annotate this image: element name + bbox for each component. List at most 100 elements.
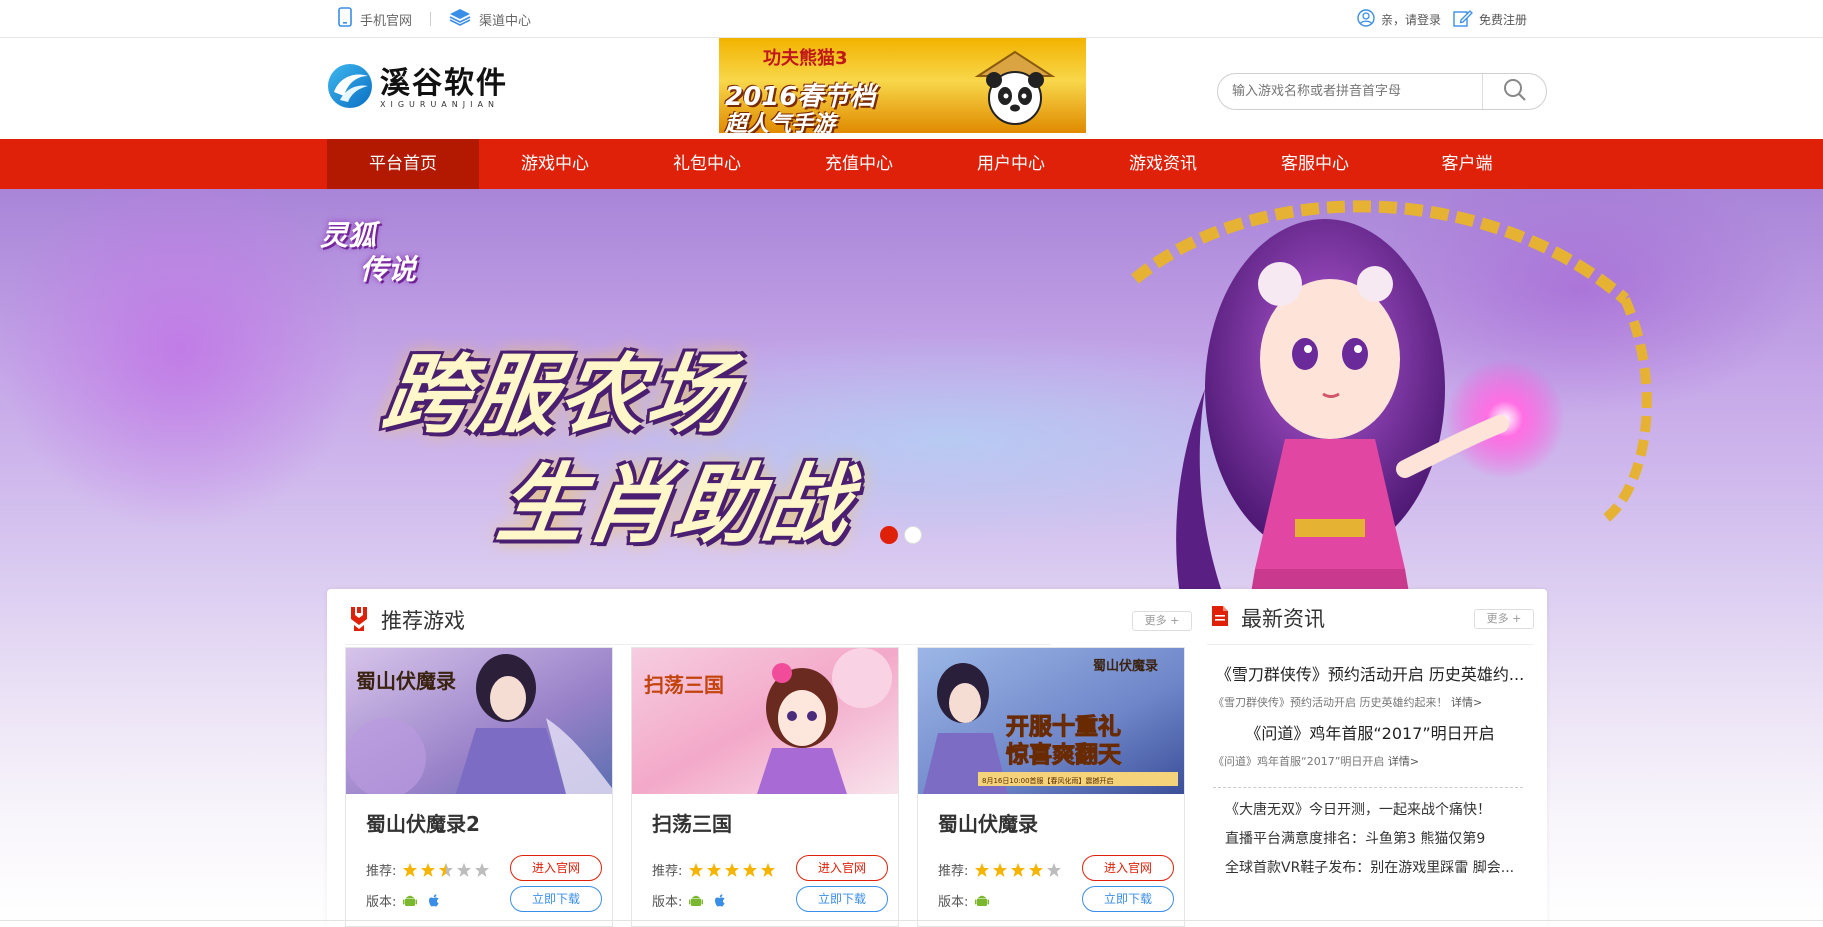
visit-site-button[interactable]: 进入官网 [1082,855,1174,881]
news-headline[interactable]: 《问道》鸡年首服“2017”明日开启 [1207,720,1533,744]
header: 溪谷软件 XIGURUANJIAN 功夫熊猫3 2016春节档 超人气手游 [0,38,1823,139]
logo-subtitle: XIGURUANJIAN [380,99,499,109]
star-rating [974,862,1062,878]
version-row: 版本: [652,891,728,910]
download-button[interactable]: 立即下载 [1082,886,1174,912]
user-icon [1357,8,1375,30]
nav-home[interactable]: 平台首页 [327,139,479,189]
version-label: 版本: [938,895,969,910]
star-rating [688,862,776,878]
download-button[interactable]: 立即下载 [796,886,888,912]
nav-customer-service[interactable]: 客服中心 [1239,139,1391,189]
visit-site-button[interactable]: 进入官网 [796,855,888,881]
star-icon [689,862,704,877]
channel-center-link[interactable]: 渠道中心 [449,8,531,30]
game-card: 蜀山伏魔录 蜀山伏魔录2 推荐: 进入官网 版本: 立即下载 [345,647,613,927]
star-icon [975,862,990,877]
recommend-label: 推荐: [366,864,397,879]
news-more-button[interactable]: 更多 + [1474,609,1534,629]
game-thumbnail[interactable]: 蜀山伏魔录 [346,648,612,798]
mobile-phone-icon [338,7,352,31]
search-icon [1503,78,1527,106]
top-bar-left: 手机官网 渠道中心 [338,0,531,38]
search-box [1217,73,1547,110]
news-list-item[interactable]: 全球首款VR鞋子发布：别在游戏里踩雷 脚会... [1225,857,1525,877]
svg-text:扫荡三国: 扫荡三国 [644,673,724,697]
news-header: 最新资讯 [1211,603,1325,633]
news-detail-link[interactable]: 详情> [1388,755,1419,768]
recommend-more-button[interactable]: 更多 + [1132,611,1192,631]
carousel-dot-1[interactable] [880,526,898,544]
game-name[interactable]: 蜀山伏魔录 [938,808,1038,837]
android-icon [403,895,418,906]
android-icon [975,895,990,906]
channel-center-label: 渠道中心 [479,13,532,29]
star-icon [761,862,776,877]
android-icon [689,895,704,906]
recommend-label: 推荐: [652,864,683,879]
game-card: 扫荡三国 扫荡三国 推荐: 进入官网 版本: 立即下载 [631,647,899,927]
nav-client[interactable]: 客户端 [1391,139,1543,189]
version-label: 版本: [652,895,683,910]
game-thumbnail[interactable]: 蜀山伏魔录 开服十重礼 惊喜爽翻天 8月16日10:00首服【春风化雨】震撼开启 [918,648,1184,794]
news-section: 最新资讯 更多 + 《雪刀群侠传》预约活动开启 历史英雄约... 《雪刀群侠传》… [1207,589,1537,927]
game-card: 蜀山伏魔录 开服十重礼 惊喜爽翻天 8月16日10:00首服【春风化雨】震撼开启… [917,647,1185,927]
divider [345,644,1051,645]
version-row: 版本: [366,891,442,910]
rating-row: 推荐: [938,860,1062,879]
apple-icon [715,893,726,906]
news-summary: 《雪刀群侠传》预约活动开启 历史英雄约起来！ 详情> [1213,696,1483,709]
svg-text:8月16日10:00首服【春风化雨】震撼开启: 8月16日10:00首服【春风化雨】震撼开启 [982,776,1114,785]
top-bar: 手机官网 渠道中心 亲，请登录 免费注册 [0,0,1823,38]
visit-site-button[interactable]: 进入官网 [510,855,602,881]
game-name[interactable]: 蜀山伏魔录2 [366,808,480,837]
banner-game-logo: 灵狐 传说 [320,219,417,286]
news-detail-link[interactable]: 详情> [1451,696,1482,709]
news-headline[interactable]: 《雪刀群侠传》预约活动开启 历史英雄约... [1207,661,1533,685]
news-list-item[interactable]: 《大唐无双》今日开测，一起来战个痛快！ [1225,799,1525,819]
login-label: 亲，请登录 [1381,12,1442,27]
star-icon [1011,862,1026,877]
search-button[interactable] [1482,74,1546,109]
apple-icon [429,893,440,906]
divider [0,920,1823,921]
search-input[interactable] [1218,74,1483,109]
download-button[interactable]: 立即下载 [510,886,602,912]
divider [1207,644,1533,645]
carousel-dot-2[interactable] [904,526,922,544]
star-icon [1029,862,1044,877]
mobile-site-label: 手机官网 [360,13,413,29]
game-name[interactable]: 扫荡三国 [652,808,732,837]
recommend-label: 推荐: [938,864,969,879]
register-link[interactable]: 免费注册 [1453,9,1527,30]
star-icon [743,862,758,877]
ad-line-1: 功夫熊猫3 [763,48,848,69]
star-empty-icon [475,862,490,877]
star-empty-icon [1047,862,1062,877]
star-half-icon [439,862,454,877]
nav-gift-center[interactable]: 礼包中心 [631,139,783,189]
star-empty-icon [457,862,472,877]
login-link[interactable]: 亲，请登录 [1357,8,1442,30]
content-panel: 推荐游戏 更多 + 蜀山伏魔录 蜀山伏魔录2 推荐: 进入官网 版本: 立即下载… [327,589,1547,927]
svg-text:蜀山伏魔录: 蜀山伏魔录 [356,669,456,693]
edit-icon [1453,9,1473,30]
version-row: 版本: [938,891,990,910]
mobile-site-link[interactable]: 手机官网 [338,7,412,31]
game-thumbnail[interactable]: 扫荡三国 [632,648,898,794]
nav-game-center[interactable]: 游戏中心 [479,139,631,189]
nav-game-news[interactable]: 游戏资讯 [1087,139,1239,189]
svg-text:惊喜爽翻天: 惊喜爽翻天 [1006,741,1122,768]
header-ad-banner[interactable]: 功夫熊猫3 2016春节档 超人气手游 [719,38,1086,133]
star-icon [707,862,722,877]
star-icon [725,862,740,877]
divider [1213,787,1523,788]
star-icon [993,862,1008,877]
star-icon [403,862,418,877]
nav-recharge-center[interactable]: 充值中心 [783,139,935,189]
main-nav: 平台首页 游戏中心 礼包中心 充值中心 用户中心 游戏资讯 客服中心 客户端 [0,139,1823,189]
site-logo[interactable]: 溪谷软件 XIGURUANJIAN [326,62,508,114]
nav-user-center[interactable]: 用户中心 [935,139,1087,189]
news-list-item[interactable]: 直播平台满意度排名：斗鱼第3 熊猫仅第9 [1225,828,1525,848]
svg-text:蜀山伏魔录: 蜀山伏魔录 [1093,658,1158,674]
